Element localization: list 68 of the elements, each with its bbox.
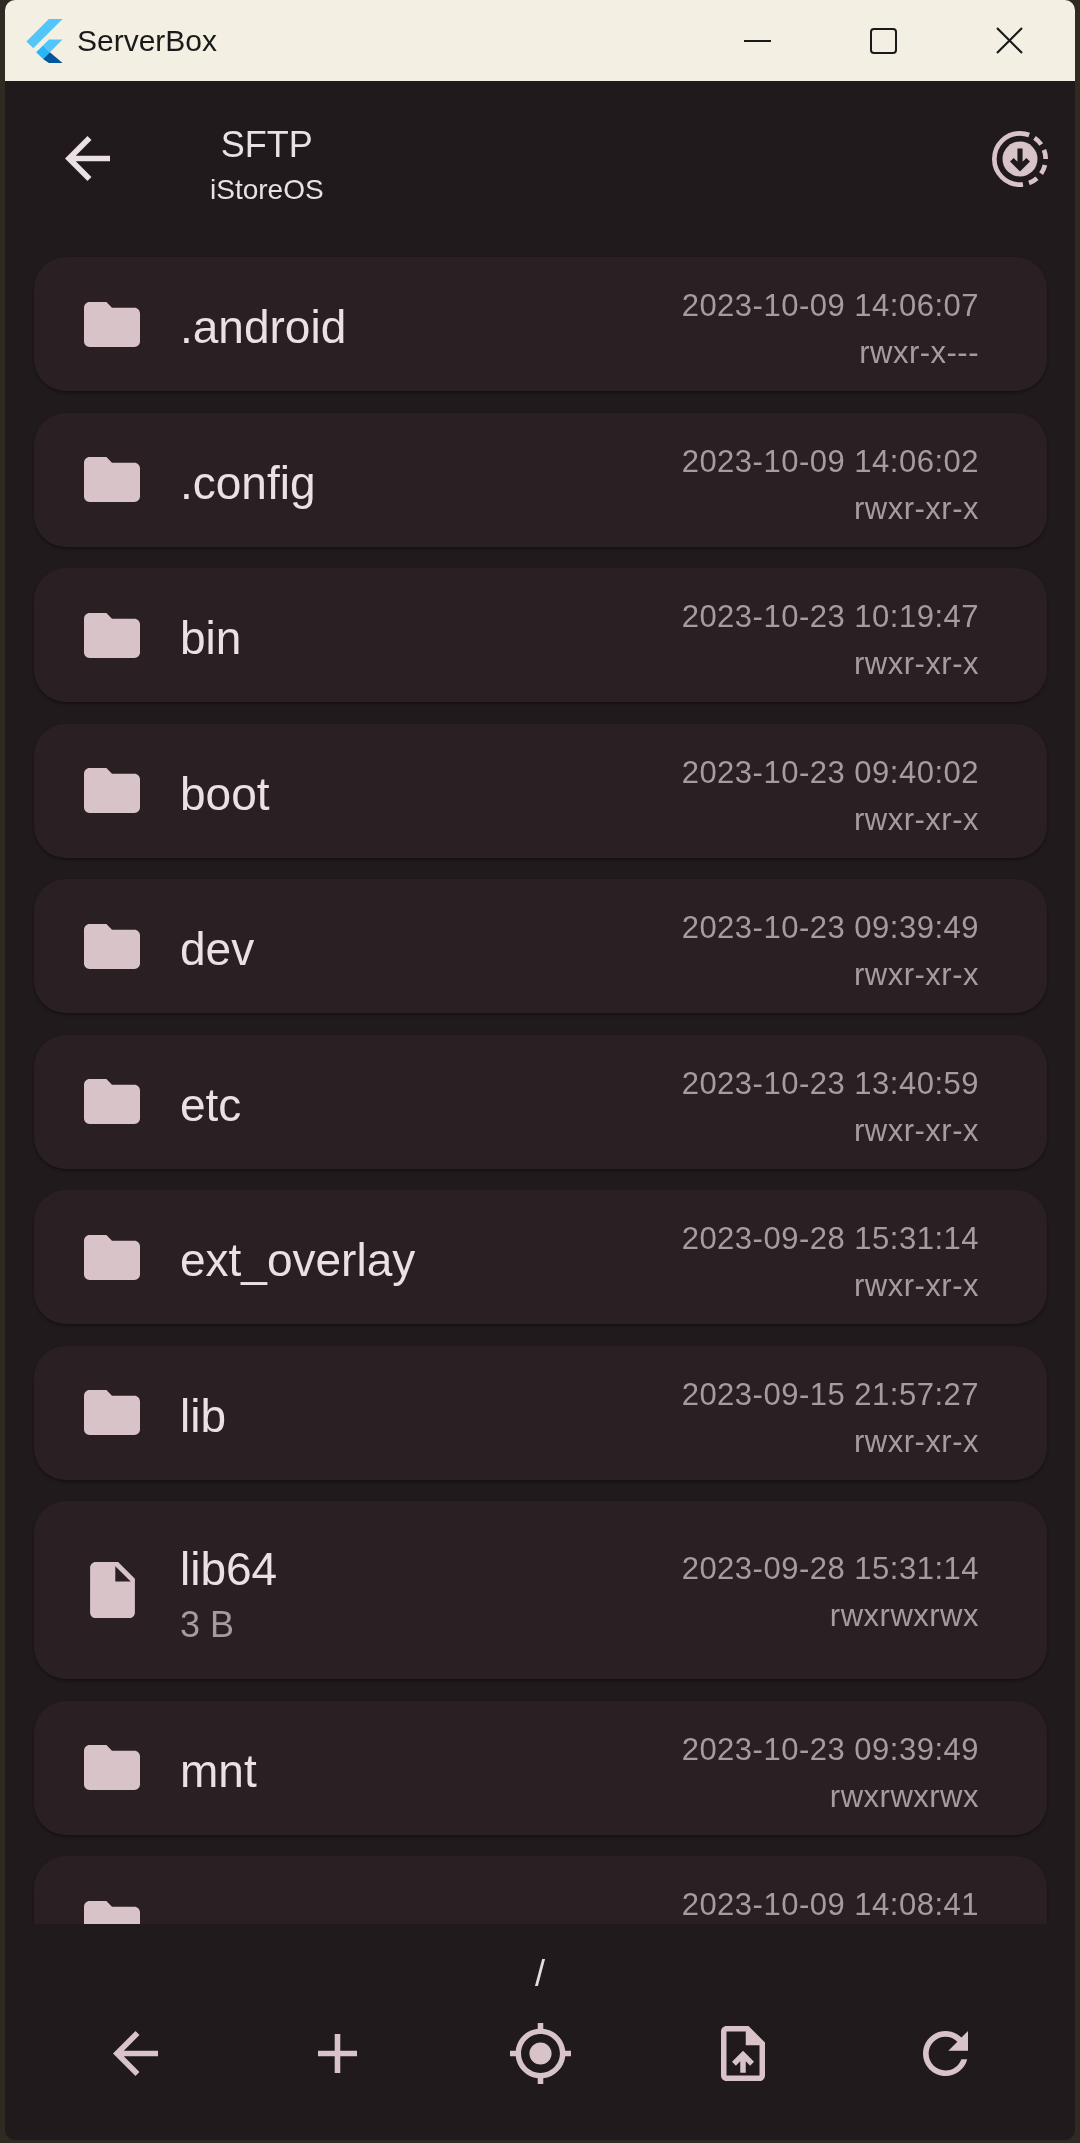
- modified-date: 2023-10-09 14:06:02: [681, 442, 979, 481]
- screen-title: SFTP: [220, 123, 313, 167]
- folder-icon: [84, 768, 140, 813]
- file-name: lib: [180, 1388, 227, 1444]
- download-circle-icon: [992, 130, 1048, 187]
- permissions-text: rwxr-xr-x: [854, 489, 979, 528]
- modified-date: 2023-09-28 15:31:14: [681, 1220, 979, 1258]
- modified-date: 2023-10-23 09:39:49: [681, 909, 979, 947]
- minimize-icon: [743, 39, 771, 42]
- crosshair-icon: [510, 2022, 571, 2084]
- file-upload-icon: [721, 2025, 766, 2081]
- window-title: ServerBox: [77, 22, 218, 59]
- permissions-text: rwxr-xr-x: [854, 1422, 979, 1461]
- file-icon: [89, 1562, 135, 1618]
- file-name: etc: [180, 1077, 242, 1133]
- file-size: 3 B: [180, 1603, 235, 1647]
- file-item[interactable]: bin 2023-10-23 10:19:47 rwxr-xr-x: [34, 568, 1047, 702]
- file-item[interactable]: .android 2023-10-09 14:06:07 rwxr-x---: [34, 257, 1047, 391]
- current-path: /: [535, 1952, 545, 1996]
- permissions-text: rwxr-x---: [859, 334, 979, 372]
- folder-icon: [84, 1390, 140, 1435]
- permissions-text: rwxrwxrwx: [829, 1597, 979, 1635]
- permissions-text: rwxr-xr-x: [854, 1111, 979, 1150]
- maximize-icon: [869, 27, 897, 54]
- file-name: lib64: [180, 1542, 278, 1597]
- folder-icon: [84, 1079, 140, 1124]
- file-item[interactable]: lib64 3 B 2023-09-28 15:31:14 rwxrwxrwx: [34, 1501, 1047, 1679]
- folder-icon: [84, 301, 140, 347]
- folder-icon: [84, 457, 140, 502]
- modified-date: 2023-10-23 09:40:02: [681, 753, 979, 792]
- file-item[interactable]: .config 2023-10-09 14:06:02 rwxr-xr-x: [34, 412, 1047, 547]
- file-name: .config: [180, 455, 316, 511]
- file-name: dev: [180, 922, 255, 977]
- folder-icon: [84, 1745, 140, 1790]
- refresh-icon: [923, 2030, 969, 2076]
- server-name: iStoreOS: [210, 173, 324, 207]
- modified-date: 2023-10-23 09:39:49: [681, 1730, 979, 1769]
- permissions-text: rwxr-xr-x: [854, 956, 979, 994]
- file-item[interactable]: ext_overlay 2023-09-28 15:31:14 rwxr-xr-x: [34, 1190, 1047, 1324]
- flutter-logo-icon: [26, 18, 63, 63]
- permissions-text: rwxr-xr-x: [854, 1267, 979, 1305]
- file-item[interactable]: lib 2023-09-15 21:57:27 rwxr-xr-x: [34, 1345, 1047, 1480]
- close-icon: [995, 27, 1023, 54]
- modified-date: 2023-10-09 14:08:41: [681, 1886, 979, 1924]
- permissions-text: rwxr-xr-x: [854, 645, 979, 683]
- permissions-text: rwxrwxrwx: [829, 1777, 979, 1816]
- back-arrow-icon: [112, 2030, 158, 2076]
- file-item[interactable]: mnt 2023-10-23 09:39:49 rwxrwxrwx: [34, 1700, 1047, 1835]
- plus-icon: [318, 2033, 358, 2073]
- file-name: bin: [180, 611, 242, 666]
- file-name: mnt: [180, 1743, 257, 1799]
- file-name: .android: [180, 300, 347, 355]
- file-item[interactable]: dev 2023-10-23 09:39:49 rwxr-xr-x: [34, 879, 1047, 1013]
- modified-date: 2023-09-28 15:31:14: [681, 1550, 979, 1588]
- modified-date: 2023-10-23 13:40:59: [681, 1064, 979, 1103]
- folder-icon: [84, 612, 140, 658]
- modified-date: 2023-09-15 21:57:27: [681, 1375, 979, 1414]
- file-item[interactable]: etc 2023-10-23 13:40:59 rwxr-xr-x: [34, 1034, 1047, 1169]
- permissions-text: rwxr-xr-x: [854, 800, 979, 839]
- folder-icon: [84, 1234, 140, 1280]
- file-name: ext_overlay: [180, 1233, 416, 1288]
- file-item[interactable]: boot 2023-10-23 09:40:02 rwxr-xr-x: [34, 723, 1047, 858]
- modified-date: 2023-10-09 14:06:07: [681, 287, 979, 325]
- modified-date: 2023-10-23 10:19:47: [681, 598, 979, 636]
- folder-icon: [84, 923, 140, 969]
- file-name: boot: [180, 766, 270, 822]
- file-item[interactable]: 2023-10-09 14:08:41: [34, 1856, 1047, 1924]
- back-arrow-icon: [64, 136, 110, 181]
